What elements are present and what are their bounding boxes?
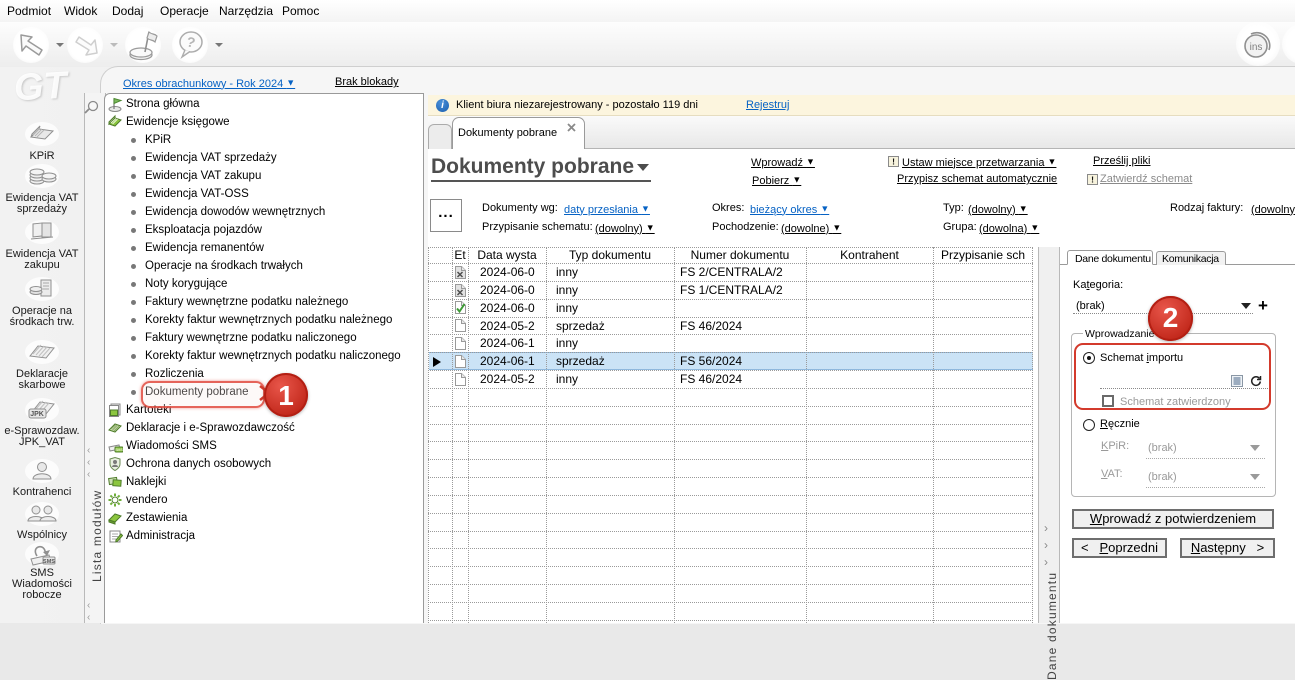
svg-text:ins: ins [1250, 42, 1263, 53]
svg-text:!: ! [892, 157, 895, 167]
svg-text:SMS: SMS [115, 448, 123, 452]
svg-text:JPK: JPK [30, 411, 44, 418]
svg-text:!: ! [1091, 175, 1094, 185]
svg-text:SMS: SMS [43, 559, 55, 565]
